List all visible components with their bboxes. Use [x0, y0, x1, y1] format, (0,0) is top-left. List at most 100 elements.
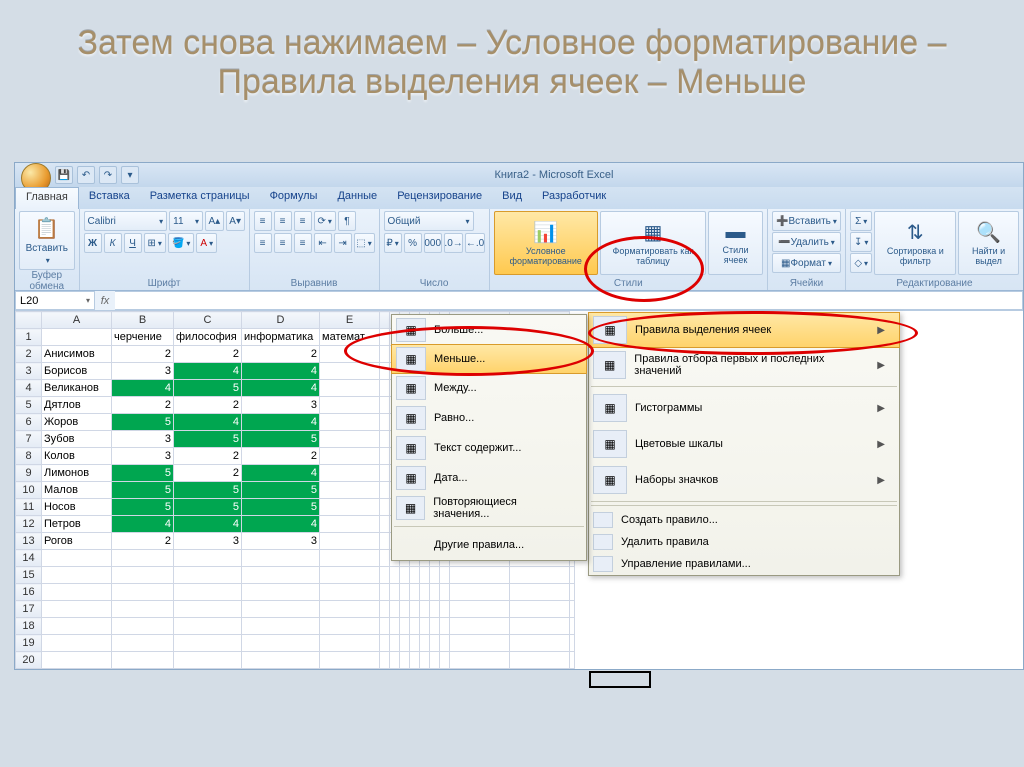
- cell[interactable]: [320, 380, 380, 397]
- cell[interactable]: [440, 618, 450, 635]
- wrap-text-button[interactable]: ¶: [338, 211, 356, 231]
- percent-button[interactable]: %: [404, 233, 422, 253]
- cell[interactable]: 2: [174, 465, 242, 482]
- insert-cells-button[interactable]: ➕ Вставить▾: [772, 211, 841, 231]
- grow-font-button[interactable]: A▴: [205, 211, 224, 231]
- align-right-button[interactable]: ≡: [294, 233, 312, 253]
- mainmenu-extra[interactable]: Создать правило...: [589, 509, 899, 531]
- cell[interactable]: [112, 550, 174, 567]
- paste-button[interactable]: 📋Вставить▾: [19, 211, 75, 270]
- font-size-combo[interactable]: 11▾: [169, 211, 203, 231]
- cell[interactable]: [174, 618, 242, 635]
- cell[interactable]: [400, 584, 410, 601]
- cell[interactable]: [112, 652, 174, 669]
- cell[interactable]: Петров: [42, 516, 112, 533]
- cell[interactable]: [174, 635, 242, 652]
- cell[interactable]: Жоров: [42, 414, 112, 431]
- row-header[interactable]: 12: [16, 516, 42, 533]
- col-header[interactable]: C: [174, 312, 242, 329]
- cell[interactable]: [42, 635, 112, 652]
- cell[interactable]: Анисимов: [42, 346, 112, 363]
- cell[interactable]: [380, 482, 390, 499]
- cell[interactable]: [420, 601, 430, 618]
- border-button[interactable]: ⊞▾: [144, 233, 166, 253]
- cell[interactable]: [390, 601, 400, 618]
- cell[interactable]: [380, 346, 390, 363]
- cell[interactable]: [320, 397, 380, 414]
- cell[interactable]: 5: [174, 431, 242, 448]
- cell[interactable]: 3: [112, 448, 174, 465]
- cell[interactable]: Дятлов: [42, 397, 112, 414]
- underline-button[interactable]: Ч: [124, 233, 142, 253]
- ribbon-tab-2[interactable]: Разметка страницы: [140, 187, 260, 209]
- submenu-other-rules[interactable]: Другие правила...: [392, 530, 586, 560]
- cell[interactable]: Колов: [42, 448, 112, 465]
- cell[interactable]: [410, 567, 420, 584]
- name-box[interactable]: L20▾: [15, 291, 95, 310]
- cell[interactable]: [400, 567, 410, 584]
- cell[interactable]: [410, 618, 420, 635]
- fx-icon[interactable]: fx: [95, 291, 115, 310]
- row-header[interactable]: 10: [16, 482, 42, 499]
- row-header[interactable]: 3: [16, 363, 42, 380]
- cell[interactable]: [42, 618, 112, 635]
- fill-color-button[interactable]: 🪣▾: [168, 233, 194, 253]
- format-as-table-button[interactable]: ▦Форматировать как таблицу: [600, 211, 706, 275]
- ribbon-tab-7[interactable]: Разработчик: [532, 187, 616, 209]
- cell[interactable]: [410, 601, 420, 618]
- cell[interactable]: [320, 448, 380, 465]
- cell[interactable]: [430, 584, 440, 601]
- cell[interactable]: 3: [174, 533, 242, 550]
- cell[interactable]: [430, 618, 440, 635]
- cell[interactable]: черчение: [112, 329, 174, 346]
- row-header[interactable]: 8: [16, 448, 42, 465]
- cell[interactable]: [450, 652, 510, 669]
- cell[interactable]: [510, 584, 570, 601]
- cell[interactable]: [450, 584, 510, 601]
- cell[interactable]: [410, 652, 420, 669]
- cell[interactable]: 4: [242, 414, 320, 431]
- mainmenu-extra[interactable]: Удалить правила: [589, 531, 899, 553]
- cell[interactable]: [112, 618, 174, 635]
- font-name-combo[interactable]: Calibri▾: [84, 211, 168, 231]
- cell[interactable]: [380, 635, 390, 652]
- submenu-item[interactable]: ▦Меньше...: [391, 344, 587, 374]
- cell[interactable]: [430, 652, 440, 669]
- cell[interactable]: [112, 584, 174, 601]
- qat-more-icon[interactable]: ▾: [121, 166, 139, 184]
- cell[interactable]: [320, 499, 380, 516]
- cell[interactable]: [410, 584, 420, 601]
- cell[interactable]: 4: [174, 516, 242, 533]
- cell[interactable]: [570, 584, 575, 601]
- cell[interactable]: 4: [242, 380, 320, 397]
- cell[interactable]: 4: [174, 414, 242, 431]
- cell[interactable]: 2: [112, 397, 174, 414]
- align-top-button[interactable]: ≡: [254, 211, 272, 231]
- cell[interactable]: [440, 635, 450, 652]
- cell[interactable]: [510, 635, 570, 652]
- ribbon-tab-4[interactable]: Данные: [327, 187, 387, 209]
- cell[interactable]: 5: [174, 499, 242, 516]
- cell[interactable]: [174, 584, 242, 601]
- cell[interactable]: 5: [112, 499, 174, 516]
- cell[interactable]: 2: [174, 346, 242, 363]
- clear-button[interactable]: ◇▾: [850, 253, 872, 273]
- row-header[interactable]: 15: [16, 567, 42, 584]
- row-header[interactable]: 7: [16, 431, 42, 448]
- cell[interactable]: [42, 652, 112, 669]
- cell[interactable]: [242, 550, 320, 567]
- mainmenu-item[interactable]: ▦Правила отбора первых и последних значе…: [589, 347, 899, 383]
- cell[interactable]: [380, 533, 390, 550]
- cell[interactable]: [570, 635, 575, 652]
- cell[interactable]: [510, 618, 570, 635]
- conditional-formatting-button[interactable]: 📊Условное форматирование: [494, 211, 598, 275]
- cell[interactable]: [174, 601, 242, 618]
- cell[interactable]: [320, 516, 380, 533]
- col-header[interactable]: [380, 312, 390, 329]
- row-header[interactable]: 5: [16, 397, 42, 414]
- cell[interactable]: 2: [242, 448, 320, 465]
- redo-icon[interactable]: ↷: [99, 166, 117, 184]
- row-header[interactable]: 13: [16, 533, 42, 550]
- cell[interactable]: [242, 618, 320, 635]
- currency-button[interactable]: ₽▾: [384, 233, 402, 253]
